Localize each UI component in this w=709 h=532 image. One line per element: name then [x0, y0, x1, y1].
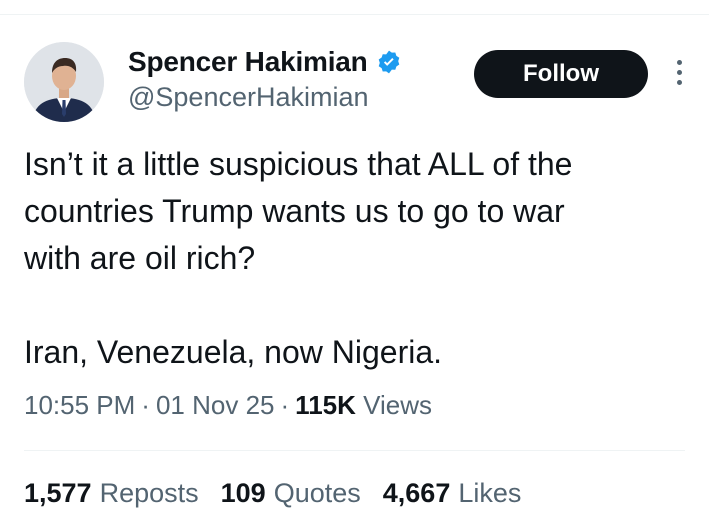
quotes-count: 109 — [220, 478, 266, 508]
likes-stat[interactable]: 4,667 Likes — [383, 478, 522, 509]
divider — [24, 450, 685, 451]
reposts-stat[interactable]: 1,577 Reposts — [24, 478, 199, 509]
reposts-count: 1,577 — [24, 478, 92, 508]
avatar[interactable] — [24, 42, 104, 122]
follow-button[interactable]: Follow — [474, 50, 648, 98]
display-name[interactable]: Spencer Hakimian — [128, 46, 368, 78]
avatar-image — [24, 42, 104, 122]
likes-label: Likes — [458, 478, 522, 508]
tweet-line: Isn’t it a little suspicious that ALL of… — [24, 146, 573, 182]
quotes-label: Quotes — [273, 478, 361, 508]
quotes-stat[interactable]: 109 Quotes — [221, 478, 361, 509]
name-row: Spencer Hakimian — [128, 46, 402, 78]
verified-badge-icon — [376, 49, 402, 75]
views-count: 115K — [295, 390, 356, 420]
user-handle[interactable]: @SpencerHakimian — [128, 82, 369, 113]
likes-count: 4,667 — [382, 478, 451, 508]
separator-dot: · — [141, 390, 150, 420]
reposts-label: Reposts — [99, 478, 199, 508]
top-divider — [0, 14, 709, 15]
tweet-date[interactable]: 01 Nov 25 — [156, 390, 275, 420]
tweet-line: Iran, Venezuela, now Nigeria. — [24, 334, 443, 370]
tweet-line: with are oil rich? — [24, 240, 256, 276]
engagement-stats: 1,577 Reposts 109 Quotes 4,667 Likes — [24, 478, 521, 509]
separator-dot: · — [280, 390, 290, 420]
tweet-meta: 10:55 PM · 01 Nov 25 · 115K Views — [24, 390, 432, 421]
tweet-line: countries Trump wants us to go to war — [24, 193, 565, 229]
more-vertical-icon[interactable] — [672, 60, 686, 90]
views-label: Views — [363, 390, 433, 420]
tweet-time[interactable]: 10:55 PM — [24, 390, 135, 420]
tweet-text: Isn’t it a little suspicious that ALL of… — [24, 141, 684, 376]
